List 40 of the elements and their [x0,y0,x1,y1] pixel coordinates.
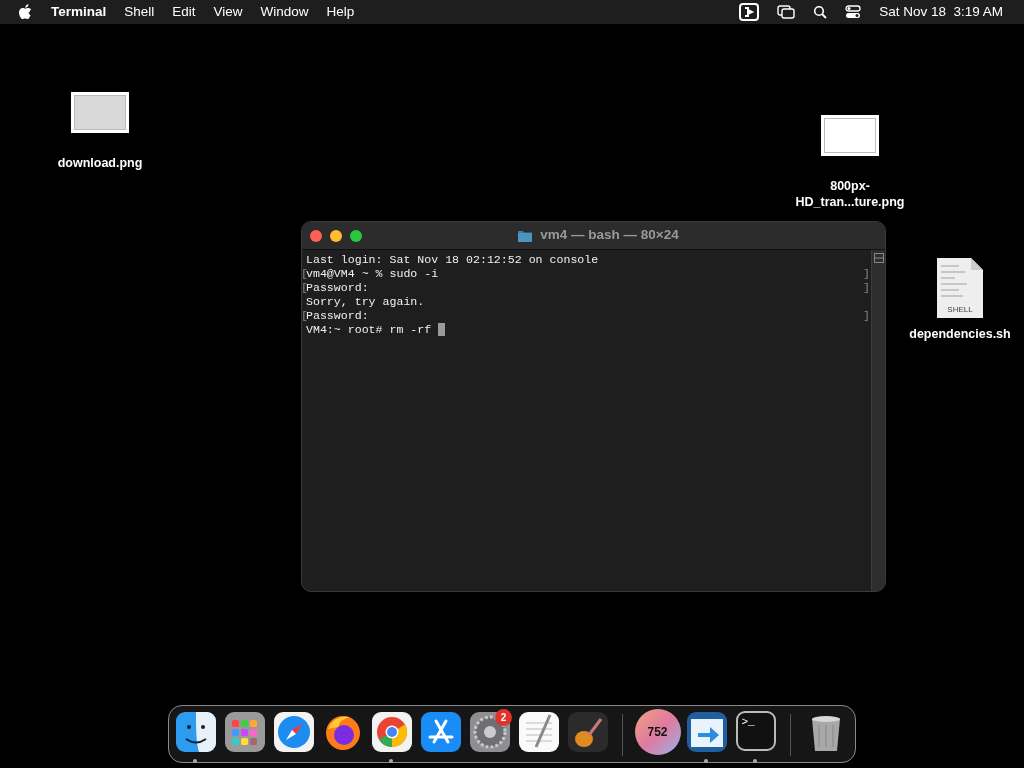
file-name[interactable]: 800px- [790,178,910,194]
image-thumbnail[interactable] [821,115,879,156]
menu-item[interactable]: Edit [163,0,205,24]
mark-bracket: ] [863,267,870,281]
image-thumbnail[interactable] [71,92,129,133]
mark-bracket: [ [302,309,308,323]
mark-bracket: [ [302,267,308,281]
file-name[interactable]: download.png [40,155,160,171]
terminal-line: Sorry, try again. [306,295,425,309]
screen-mirror-icon[interactable] [739,3,760,21]
split-pane-icon[interactable] [873,253,884,263]
terminal-line: vm4@VM4 ~ % sudo -i [306,267,439,281]
mark-bracket: ] [863,309,870,323]
file-name[interactable]: HD_tran...ture.png [790,194,910,210]
counter-app-icon[interactable]: 752 [634,709,681,755]
menu-item[interactable]: Shell [115,0,164,24]
clock[interactable]: Sat Nov 18 3:19 AM [870,0,1012,24]
menu-item[interactable]: Window [251,0,318,24]
window-title: vm4 — bash — 80×24 [540,226,679,245]
script-file-icon[interactable]: SHELL [937,258,983,318]
mark-bracket: ] [863,281,870,295]
apple-menu-icon[interactable] [18,4,32,20]
zoom-button[interactable] [350,230,362,242]
toggles-icon[interactable] [845,5,862,19]
terminal-line: Password: [306,309,369,323]
terminal-line: VM4:~ root# rm -rf [306,323,433,337]
search-icon[interactable] [813,5,828,19]
terminal-app-icon[interactable]: >_ [735,711,776,751]
windows-icon[interactable] [777,5,796,19]
close-button[interactable] [310,230,322,242]
mark-bracket: [ [302,281,308,295]
notification-badge: 2 [495,709,512,726]
menu-item[interactable]: View [204,0,252,24]
folder-icon [518,229,533,242]
file-name[interactable]: dependencies.sh [900,326,1020,342]
menu-item[interactable]: Help [317,0,364,24]
menu-item[interactable]: Terminal [42,0,116,24]
terminal-line: Password: [306,281,369,295]
terminal-line: Last login: Sat Nov 18 02:12:52 on console [306,253,599,267]
minimize-button[interactable] [330,230,342,242]
